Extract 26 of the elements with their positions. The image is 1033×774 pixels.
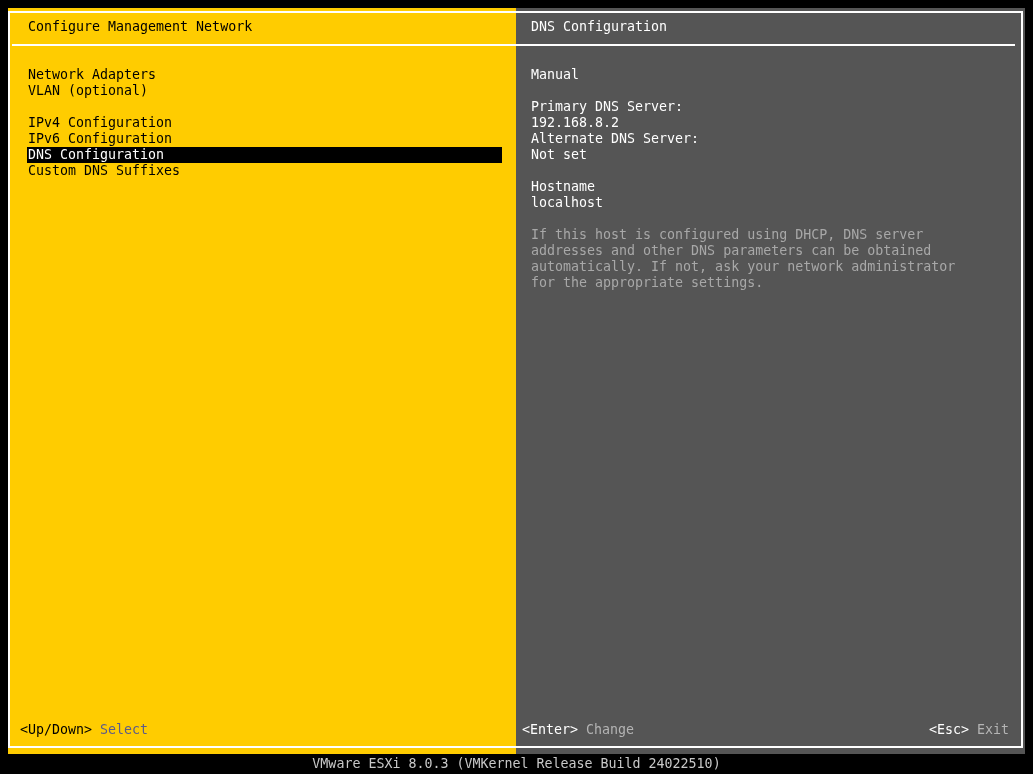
panel-title: DNS Configuration bbox=[531, 19, 668, 34]
detail-line: Alternate DNS Server: bbox=[531, 131, 701, 147]
detail-line: Hostname bbox=[531, 179, 597, 195]
detail-line: 192.168.8.2 bbox=[531, 115, 621, 131]
menu-item[interactable]: IPv4 Configuration bbox=[27, 115, 502, 131]
menu-item[interactable]: IPv6 Configuration bbox=[27, 131, 502, 147]
menu-item[interactable]: Custom DNS Suffixes bbox=[27, 163, 502, 179]
action-label: Change bbox=[586, 722, 635, 738]
menu-item[interactable]: VLAN (optional) bbox=[27, 83, 502, 99]
action-label: Exit bbox=[976, 722, 1009, 738]
help-text: If this host is configured using DHCP, DNS server addresses and other DNS parameters can be obtained automatically. If not, ask your network administrator for the appropriate settings. bbox=[531, 227, 957, 291]
key-hint[interactable]: <Up/Down> Select bbox=[20, 722, 149, 738]
status-bar-text: VMware ESXi 8.0.3 (VMKernel Release Build 24022510) bbox=[312, 756, 721, 772]
detail-line: Not set bbox=[531, 147, 589, 163]
key-label: <Up/Down> bbox=[20, 722, 93, 738]
key-label: <Enter> bbox=[522, 722, 579, 738]
menu-item[interactable]: Network Adapters bbox=[27, 67, 502, 83]
key-hint[interactable]: <Esc> Exit bbox=[928, 722, 1009, 738]
detail-line: Manual bbox=[531, 67, 581, 83]
key-hint[interactable]: <Enter> Change bbox=[522, 722, 635, 738]
detail-line: localhost bbox=[531, 195, 605, 211]
key-label: <Esc> bbox=[928, 722, 969, 738]
detail-line: Primary DNS Server: bbox=[531, 99, 685, 115]
action-label: Select bbox=[100, 722, 149, 738]
panel-title: Configure Management Network bbox=[28, 19, 253, 34]
menu-item[interactable]: DNS Configuration bbox=[27, 147, 502, 163]
